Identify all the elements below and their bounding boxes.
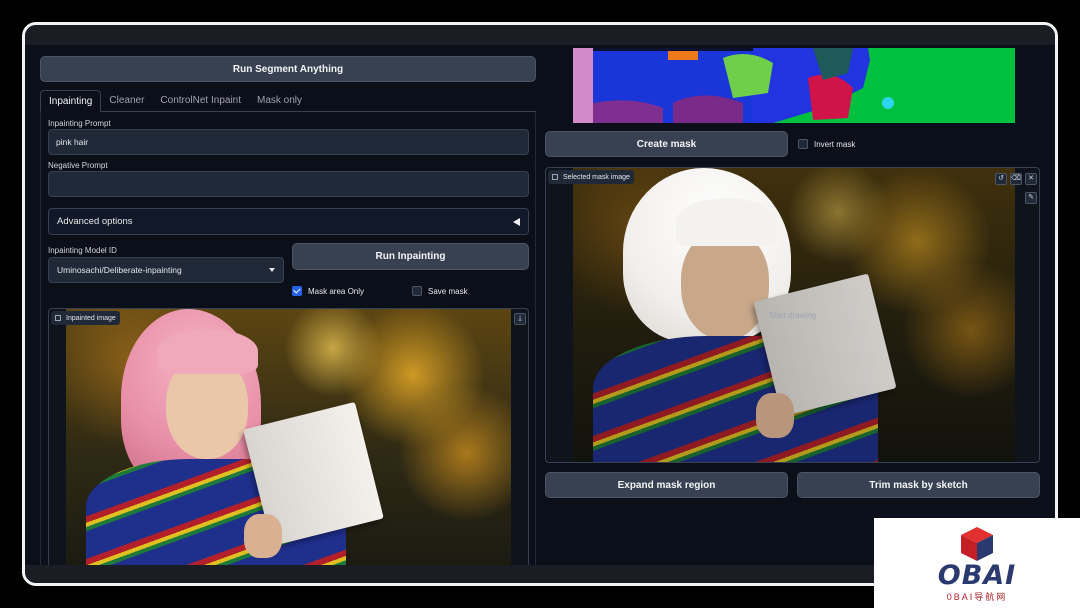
advanced-options-label: Advanced options [57,216,133,227]
tab-controlnet-inpaint[interactable]: ControlNet Inpaint [152,90,249,112]
inpainted-photo [66,309,511,569]
canvas-hint: Start drawing [769,311,817,320]
expand-mask-region-button[interactable]: Expand mask region [545,472,788,498]
collapse-triangle-icon [513,217,520,226]
tab-mask-only[interactable]: Mask only [249,90,310,112]
tab-inpainting[interactable]: Inpainting [40,90,102,112]
checkbox-checked-icon [292,286,302,296]
run-segment-anything-button[interactable]: Run Segment Anything [40,56,536,82]
image-icon [552,174,558,180]
watermark-subtitle: 0BAI导航网 [946,592,1008,602]
create-mask-button[interactable]: Create mask [545,131,788,157]
eraser-icon[interactable]: ⌫ [1010,173,1022,185]
inpainted-image-label: Inpainted image [51,311,120,325]
segmentation-map [573,48,1015,123]
undo-icon[interactable]: ↺ [995,173,1007,185]
window-top-bar [25,25,1055,45]
model-id-label: Inpainting Model ID [48,246,117,255]
hand [756,393,794,438]
model-id-dropdown[interactable]: Uminosachi/Deliberate-inpainting [48,257,284,283]
save-mask-checkbox[interactable]: Save mask [412,286,468,296]
trim-mask-by-sketch-button[interactable]: Trim mask by sketch [797,472,1040,498]
inpainting-prompt-label: Inpainting Prompt [48,119,111,128]
app-window: Run Segment Anything Inpainting Cleaner … [22,22,1058,586]
checkbox-unchecked-icon [798,139,808,149]
brush-icon[interactable]: ✎ [1025,192,1037,204]
face [681,230,769,340]
save-mask-label: Save mask [428,286,468,296]
watermark-brand: OBAI [937,560,1017,591]
run-inpainting-button[interactable]: Run Inpainting [292,243,529,270]
invert-mask-checkbox[interactable]: Invert mask [798,139,855,149]
mask-area-only-checkbox[interactable]: Mask area Only [292,286,364,296]
selected-mask-image-label: Selected mask image [548,170,634,184]
advanced-options-accordion[interactable]: Advanced options [48,208,529,235]
tab-bar: Inpainting Cleaner ControlNet Inpaint Ma… [40,90,536,112]
white-mask-bangs [676,198,776,246]
inpainted-image-panel: Inpainted image ⤓ [48,308,529,570]
negative-prompt-input[interactable] [48,171,529,197]
chevron-down-icon [269,268,275,272]
download-icon[interactable]: ⤓ [514,313,526,325]
negative-prompt-label: Negative Prompt [48,161,108,170]
invert-mask-label: Invert mask [814,139,856,149]
close-icon[interactable]: ✕ [1025,173,1037,185]
selected-mask-image-panel[interactable]: Selected mask image ↺ ⌫ ✕ ✎ Start drawin… [545,167,1040,463]
hand [244,514,282,558]
mask-photo: Start drawing [573,168,1015,462]
mask-area-only-label: Mask area Only [308,286,365,296]
pink-bangs [158,329,258,374]
image-icon [55,315,61,321]
cube-logo-icon [961,527,993,561]
tab-cleaner[interactable]: Cleaner [101,90,152,112]
model-id-value: Uminosachi/Deliberate-inpainting [57,265,182,275]
segmentation-shapes [573,48,1015,123]
watermark: OBAI 0BAI导航网 [874,518,1080,608]
checkbox-unchecked-icon [412,286,422,296]
inpainting-prompt-input[interactable]: pink hair [48,129,529,155]
